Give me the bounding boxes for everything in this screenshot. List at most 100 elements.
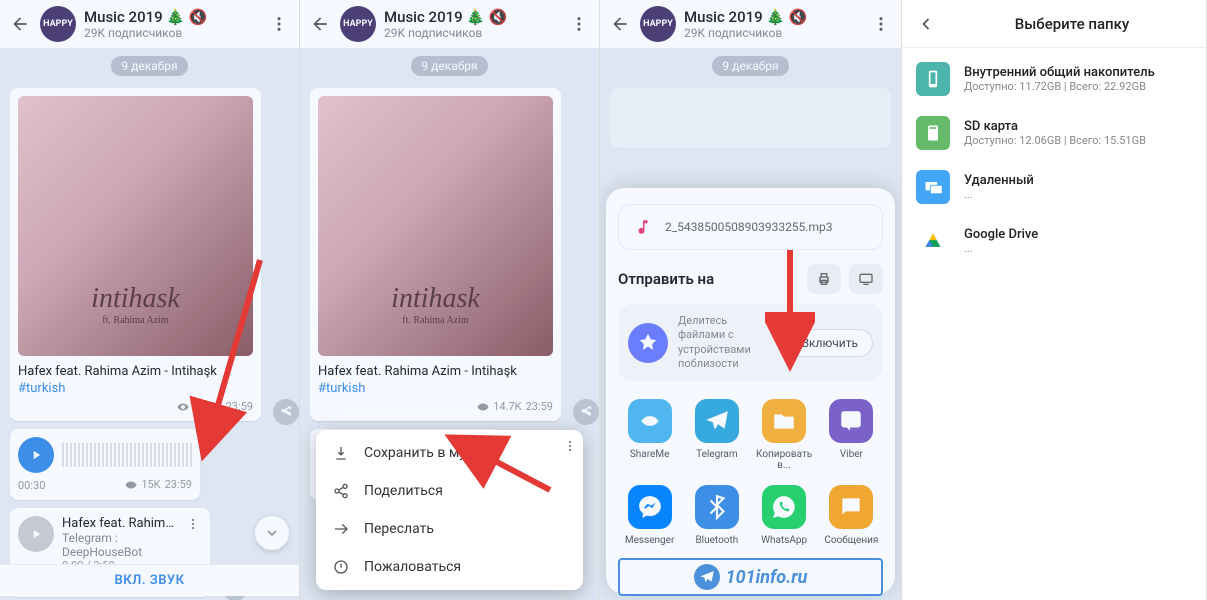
app-label: Сообщения: [824, 535, 878, 546]
channel-avatar[interactable]: HAPPY: [640, 6, 676, 42]
cover-subtitle: ft. Rahima Azim: [391, 315, 480, 326]
music-file-icon: [631, 215, 655, 239]
share-button[interactable]: [573, 399, 599, 425]
cast-icon[interactable]: [849, 264, 883, 294]
ctx-save-music[interactable]: Сохранить в музыку: [316, 434, 583, 472]
back-arrow-icon[interactable]: [8, 12, 32, 36]
app-icon: [762, 399, 806, 443]
cover-title: intihask: [91, 283, 180, 315]
folder-name: SD карта: [964, 119, 1192, 134]
waveform[interactable]: [62, 443, 192, 467]
share-app-shareme[interactable]: ShareMe: [618, 395, 681, 475]
track-thumb-icon[interactable]: [18, 516, 54, 552]
folder-subtitle: ...: [964, 188, 1192, 201]
cancel-button[interactable]: Отмена: [618, 596, 883, 600]
message-time: 23:59: [526, 400, 553, 413]
download-title: Hafex feat. Rahima Az...: [62, 516, 178, 531]
folder-item[interactable]: SD картаДоступно: 12.06GB | Всего: 15.51…: [902, 106, 1206, 160]
app-label: Telegram: [696, 449, 738, 460]
app-icon: [628, 485, 672, 529]
storage-icon: [916, 62, 950, 96]
send-to-title: Отправить на: [618, 270, 714, 288]
share-app-whatsapp[interactable]: WhatsApp: [753, 481, 816, 550]
hashtag-link[interactable]: #turkish: [18, 381, 253, 396]
app-label: Viber: [840, 449, 863, 460]
channel-subscribers: 29K подписчиков: [384, 26, 559, 40]
cover-art: intihask ft. Rahima Azim: [18, 96, 253, 356]
date-badge: 9 декабря: [411, 56, 487, 76]
scroll-down-button[interactable]: [255, 516, 289, 550]
audio-message[interactable]: 00:30 15K 23:59: [10, 429, 200, 500]
telegram-header: HAPPY Music 2019 🎄 🔇 29K подписчиков: [300, 0, 599, 48]
more-options-icon[interactable]: [267, 12, 291, 36]
channel-name: Music 2019 🎄 🔇: [684, 8, 861, 26]
views-count: 15K: [141, 478, 160, 491]
ctx-label: Переслать: [364, 521, 434, 537]
enable-sound-button[interactable]: ВКЛ. ЗВУК: [0, 564, 299, 596]
share-app-копировать-в-[interactable]: Копировать в...: [753, 395, 816, 475]
folder-name: Google Drive: [964, 227, 1192, 242]
telegram-header: HAPPY Music 2019 🎄 🔇 29K подписчиков: [600, 0, 901, 48]
ctx-label: Пожаловаться: [364, 559, 461, 575]
back-arrow-icon[interactable]: [914, 12, 938, 36]
channel-info[interactable]: Music 2019 🎄 🔇 29K подписчиков: [384, 8, 559, 40]
channel-info[interactable]: Music 2019 🎄 🔇 29K подписчиков: [684, 8, 861, 40]
share-button[interactable]: [273, 399, 299, 425]
folder-item[interactable]: Внутренний общий накопительДоступно: 11.…: [902, 52, 1206, 106]
app-icon: [695, 399, 739, 443]
play-button[interactable]: [18, 437, 54, 473]
folder-subtitle: ...: [964, 242, 1192, 255]
share-app-viber[interactable]: Viber: [820, 395, 883, 475]
enable-nearby-button[interactable]: Включить: [787, 329, 873, 357]
date-badge: 9 декабря: [712, 56, 788, 76]
app-icon: [829, 399, 873, 443]
share-app-telegram[interactable]: Telegram: [685, 395, 748, 475]
message-card[interactable]: intihask ft. Rahima Azim Hafex feat. Rah…: [10, 88, 261, 421]
ctx-report[interactable]: Пожаловаться: [316, 548, 583, 586]
file-chip[interactable]: 2_5438500508903933255.mp3: [618, 204, 883, 250]
hashtag-link[interactable]: #turkish: [318, 381, 553, 396]
message-meta: 14.7K 23:59: [18, 400, 253, 413]
views-icon: [477, 401, 489, 413]
app-label: Bluetooth: [695, 535, 738, 546]
app-icon: [762, 485, 806, 529]
views-icon: [177, 401, 189, 413]
more-options-icon[interactable]: [567, 12, 591, 36]
context-menu: Сохранить в музыку Поделиться Переслать …: [316, 430, 583, 590]
app-icon: [628, 399, 672, 443]
channel-avatar[interactable]: HAPPY: [40, 6, 76, 42]
date-badge: 9 декабря: [111, 56, 187, 76]
share-sheet: 2_5438500508903933255.mp3 Отправить на Д…: [606, 188, 895, 594]
print-icon[interactable]: [807, 264, 841, 294]
message-card[interactable]: intihask ft. Rahima Azim Hafex feat. Rah…: [310, 88, 561, 421]
message-meta: 14.7K 23:59: [318, 400, 553, 413]
context-more-icon[interactable]: [563, 438, 577, 457]
share-app-сообщения[interactable]: Сообщения: [820, 481, 883, 550]
channel-info[interactable]: Music 2019 🎄 🔇 29K подписчиков: [84, 8, 259, 40]
storage-icon: [916, 170, 950, 204]
watermark: 101info.ru: [618, 558, 883, 596]
message-card: [610, 88, 891, 148]
ctx-forward[interactable]: Переслать: [316, 510, 583, 548]
share-app-messenger[interactable]: Messenger: [618, 481, 681, 550]
channel-subscribers: 29K подписчиков: [684, 26, 861, 40]
watermark-text: 101info.ru: [726, 567, 808, 588]
views-icon: [125, 479, 137, 491]
back-arrow-icon[interactable]: [608, 12, 632, 36]
nearby-icon: [628, 323, 668, 363]
ctx-share[interactable]: Поделиться: [316, 472, 583, 510]
download-icon: [332, 444, 350, 462]
storage-icon: [916, 224, 950, 258]
folder-item[interactable]: Удаленный...: [902, 160, 1206, 214]
folder-subtitle: Доступно: 12.06GB | Всего: 15.51GB: [964, 134, 1192, 147]
download-more-icon[interactable]: [186, 516, 202, 535]
telegram-logo-icon: [694, 564, 720, 590]
views-count: 14.7K: [193, 400, 221, 413]
channel-avatar[interactable]: HAPPY: [340, 6, 376, 42]
back-arrow-icon[interactable]: [308, 12, 332, 36]
share-app-bluetooth[interactable]: Bluetooth: [685, 481, 748, 550]
more-options-icon[interactable]: [869, 12, 893, 36]
folder-item[interactable]: Google Drive...: [902, 214, 1206, 268]
app-grid: ShareMe Telegram Копировать в... Viber Messe…: [618, 395, 883, 550]
channel-name: Music 2019 🎄 🔇: [384, 8, 559, 26]
